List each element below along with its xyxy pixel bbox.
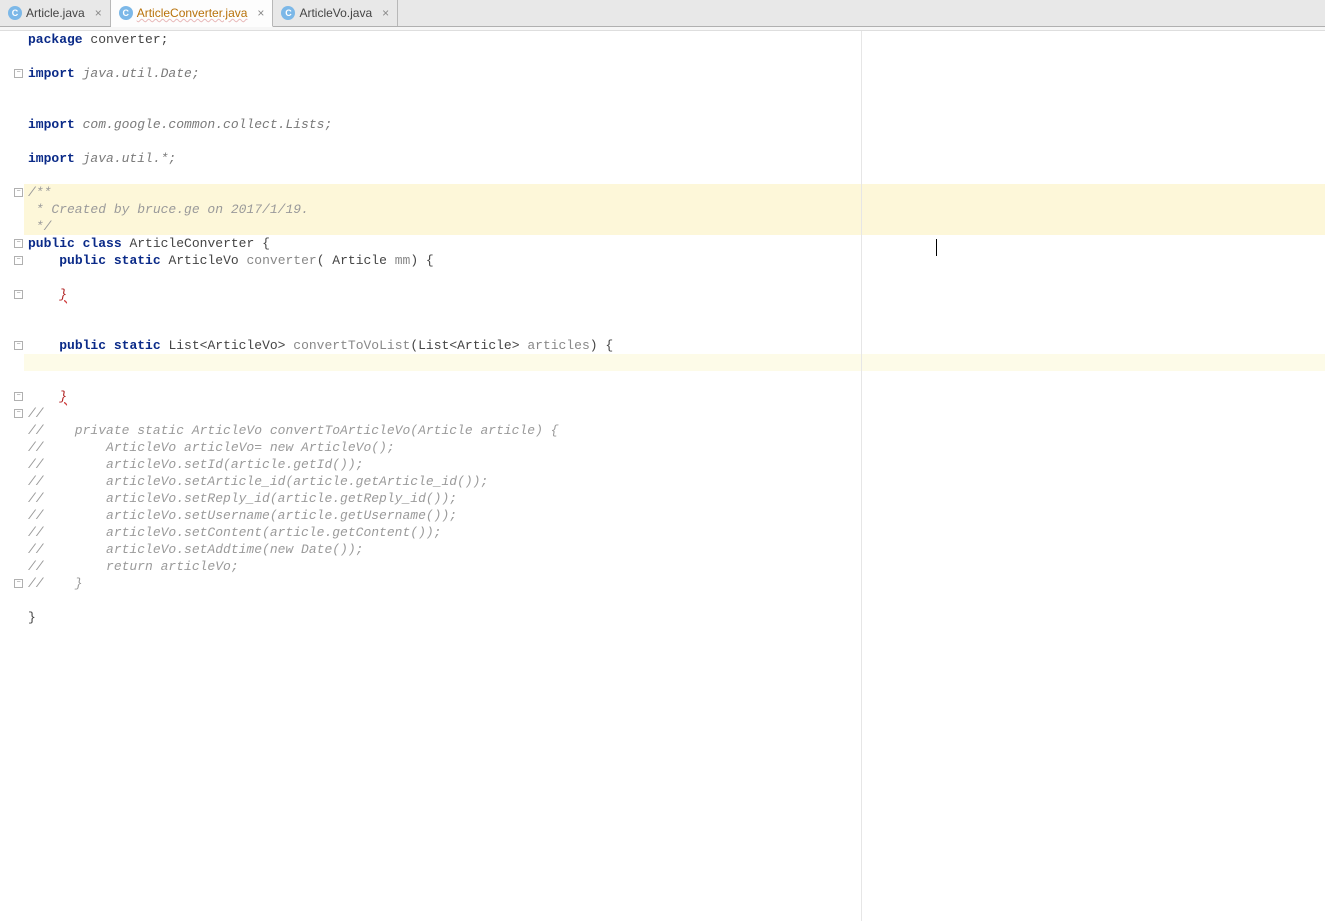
fold-toggle[interactable] [14,239,23,248]
code-line[interactable] [24,371,1325,388]
code-line[interactable]: } [24,286,1325,303]
code-line[interactable]: package converter; [24,31,1325,48]
code-line[interactable]: // articleVo.setArticle_id(article.getAr… [24,473,1325,490]
code-line[interactable]: // articleVo.setId(article.getId()); [24,456,1325,473]
code-line[interactable]: * Created by bruce.ge on 2017/1/19. [24,201,1325,218]
code-line[interactable]: // articleVo.setAddtime(new Date()); [24,541,1325,558]
code-line[interactable]: public class ArticleConverter { [24,235,1325,252]
code-editor[interactable]: package converter; import java.util.Date… [24,31,1325,921]
code-line[interactable]: public static List<ArticleVo> convertToV… [24,337,1325,354]
code-line[interactable] [24,167,1325,184]
tab-label: ArticleVo.java [299,6,372,20]
fold-toggle[interactable] [14,409,23,418]
close-icon[interactable]: × [257,7,264,19]
code-line[interactable] [24,354,1325,371]
code-line[interactable] [24,133,1325,150]
right-margin-line [861,31,862,921]
close-icon[interactable]: × [382,7,389,19]
code-line[interactable] [24,269,1325,286]
code-line[interactable]: // [24,405,1325,422]
tab-articleconverter[interactable]: C ArticleConverter.java × [111,0,274,27]
code-line[interactable] [24,99,1325,116]
fold-toggle[interactable] [14,579,23,588]
gutter [0,31,24,921]
code-line[interactable]: import java.util.*; [24,150,1325,167]
tab-label: ArticleConverter.java [137,6,248,20]
tab-label: Article.java [26,6,85,20]
code-line[interactable]: // return articleVo; [24,558,1325,575]
code-line[interactable]: } [24,609,1325,626]
code-line[interactable]: // articleVo.setUsername(article.getUser… [24,507,1325,524]
code-line[interactable]: import com.google.common.collect.Lists; [24,116,1325,133]
fold-toggle[interactable] [14,341,23,350]
code-line[interactable] [24,82,1325,99]
close-icon[interactable]: × [95,7,102,19]
code-line[interactable] [24,48,1325,65]
code-line[interactable]: public static ArticleVo converter( Artic… [24,252,1325,269]
code-line[interactable]: import java.util.Date; [24,65,1325,82]
code-line[interactable]: /** [24,184,1325,201]
class-icon: C [119,6,133,20]
code-line[interactable]: */ [24,218,1325,235]
tab-article[interactable]: C Article.java × [0,0,111,26]
code-line[interactable]: // } [24,575,1325,592]
code-line[interactable]: // articleVo.setContent(article.getConte… [24,524,1325,541]
fold-toggle[interactable] [14,392,23,401]
tab-bar: C Article.java × C ArticleConverter.java… [0,0,1325,27]
fold-toggle[interactable] [14,256,23,265]
text-caret [936,239,937,256]
class-icon: C [8,6,22,20]
editor-shell: package converter; import java.util.Date… [0,31,1325,921]
code-line[interactable] [24,320,1325,337]
tab-articlevo[interactable]: C ArticleVo.java × [273,0,398,26]
code-line[interactable]: // articleVo.setReply_id(article.getRepl… [24,490,1325,507]
code-line[interactable] [24,592,1325,609]
class-icon: C [281,6,295,20]
code-line[interactable] [24,303,1325,320]
fold-toggle[interactable] [14,69,23,78]
code-line[interactable]: } [24,388,1325,405]
fold-toggle[interactable] [14,290,23,299]
code-line[interactable]: // private static ArticleVo convertToArt… [24,422,1325,439]
code-line[interactable]: // ArticleVo articleVo= new ArticleVo(); [24,439,1325,456]
fold-toggle[interactable] [14,188,23,197]
